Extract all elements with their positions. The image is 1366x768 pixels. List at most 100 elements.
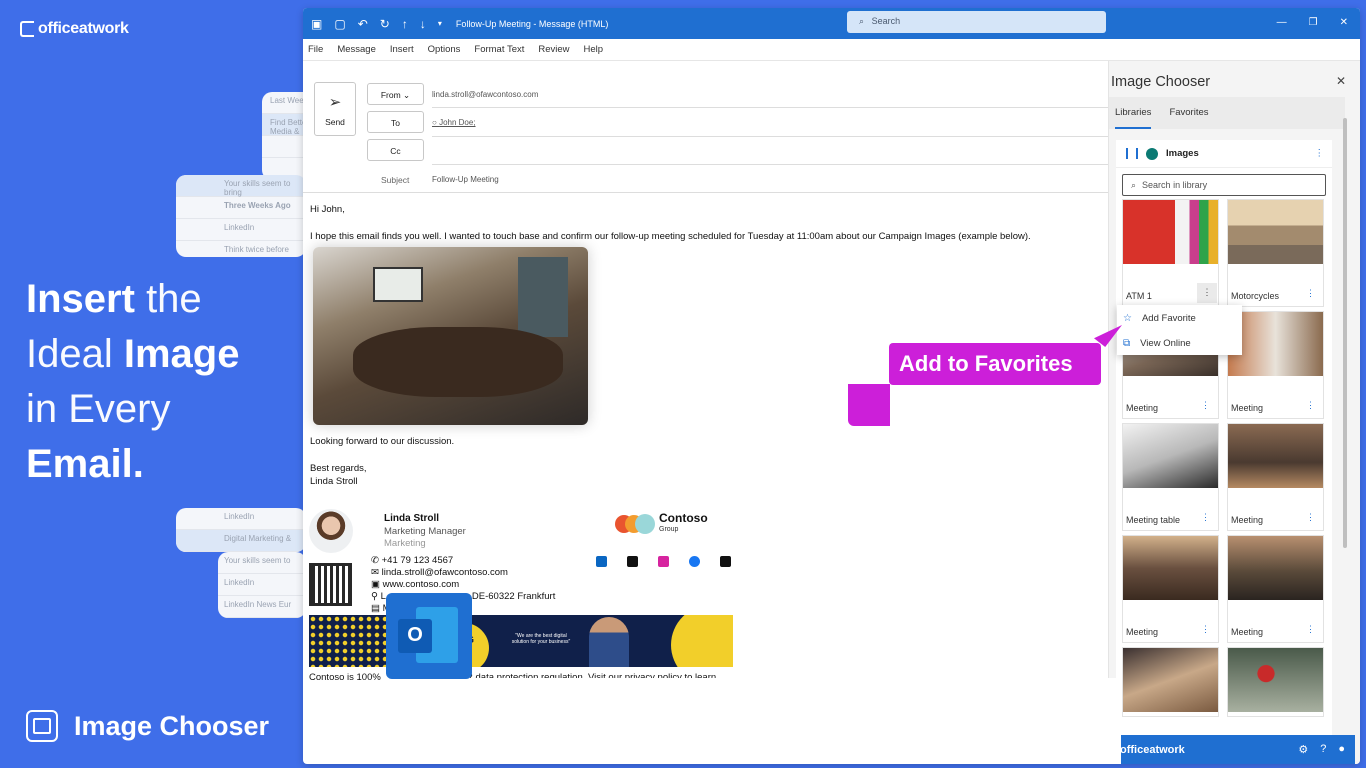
- product-name: Image Chooser: [26, 710, 269, 742]
- signature-banner[interactable]: NG "We are the best digital solution for…: [309, 615, 733, 667]
- x-icon[interactable]: [627, 556, 638, 567]
- tab-format-text[interactable]: Format Text: [474, 44, 524, 55]
- from-button[interactable]: From ⌄: [367, 83, 424, 105]
- tile-menu-icon[interactable]: ⋮: [1201, 512, 1210, 523]
- signature-phone: ✆ +41 79 123 4567: [371, 555, 454, 566]
- to-recipient[interactable]: ○ John Doe;: [432, 118, 476, 127]
- building-icon: ▤: [371, 603, 380, 614]
- image-tile[interactable]: Meeting ⋮: [1227, 535, 1324, 643]
- callout-tail: [848, 384, 890, 426]
- search-icon: ⌕: [1131, 180, 1137, 190]
- signature-name: Linda Stroll: [384, 513, 439, 524]
- signature-department: Marketing: [384, 538, 426, 549]
- library-icon[interactable]: [1126, 148, 1138, 159]
- tile-menu-icon[interactable]: ⋮: [1197, 283, 1217, 303]
- signature-email[interactable]: ✉ linda.stroll@ofawcontoso.com: [371, 567, 508, 578]
- search-icon: ⌕: [859, 16, 865, 26]
- down-icon[interactable]: ↓: [420, 17, 426, 31]
- social-links: [596, 556, 731, 567]
- send-icon: ➢: [328, 94, 342, 111]
- ribbon-tabs: File Message Insert Options Format Text …: [303, 39, 1360, 61]
- tab-message[interactable]: Message: [337, 44, 376, 55]
- send-button[interactable]: ➢ Send: [314, 82, 356, 136]
- tile-menu-icon[interactable]: ⋮: [1306, 512, 1315, 523]
- compose-overflow: [388, 678, 1121, 764]
- contoso-logo: Contoso Group: [615, 512, 708, 535]
- tiktok-icon[interactable]: [720, 556, 731, 567]
- pane-scrollbar[interactable]: [1342, 100, 1348, 746]
- logo-icon: [20, 21, 34, 37]
- tile-menu-icon[interactable]: ⋮: [1306, 288, 1315, 299]
- tab-help[interactable]: Help: [584, 44, 604, 55]
- close-pane-icon[interactable]: ✕: [1336, 74, 1346, 88]
- signature-title: Marketing Manager: [384, 526, 466, 537]
- linkedin-icon[interactable]: [596, 556, 607, 567]
- settings-icon[interactable]: ⚙: [1298, 743, 1308, 756]
- from-value: linda.stroll@ofawcontoso.com: [432, 90, 539, 99]
- image-tile[interactable]: Meeting ⋮: [1227, 423, 1324, 531]
- headline: Insert the Ideal Image in Every Email.: [26, 277, 240, 486]
- bg-card-bottom-2: Your skills seem to LinkedIn LinkedIn Ne…: [218, 552, 306, 618]
- pane-tabs: Libraries Favorites: [1109, 97, 1345, 129]
- qr-code: [309, 563, 352, 606]
- image-tile[interactable]: [1227, 647, 1324, 717]
- tile-menu-icon[interactable]: ⋮: [1306, 624, 1315, 635]
- tile-menu-icon[interactable]: ⋮: [1201, 624, 1210, 635]
- add-to-favorites-callout: Add to Favorites: [889, 343, 1101, 385]
- image-chooser-pane: Image Chooser ✕ Libraries Favorites Imag…: [1108, 61, 1360, 764]
- library-search-input[interactable]: ⌕ Search in library: [1122, 174, 1326, 196]
- tab-libraries[interactable]: Libraries: [1115, 97, 1152, 129]
- close-icon[interactable]: ✕: [1340, 17, 1348, 28]
- image-tile[interactable]: Meeting ⋮: [1122, 535, 1219, 643]
- save-icon[interactable]: ▢: [334, 17, 345, 31]
- tab-review[interactable]: Review: [538, 44, 569, 55]
- to-button[interactable]: To: [367, 111, 424, 133]
- tab-options[interactable]: Options: [428, 44, 461, 55]
- title-bar: ▣ ▢ ↶ ↻ ↑ ↓ ▾ Follow-Up Meeting - Messag…: [303, 8, 1360, 39]
- menu-view-online[interactable]: ⧉ View Online: [1117, 330, 1242, 355]
- phone-icon: ✆: [371, 555, 379, 566]
- outlook-small-icon: ▣: [311, 16, 323, 31]
- tile-menu-icon[interactable]: ⋮: [1201, 400, 1210, 411]
- cc-button[interactable]: Cc: [367, 139, 424, 161]
- image-tile[interactable]: Meeting table ⋮: [1122, 423, 1219, 531]
- facebook-icon[interactable]: [689, 556, 700, 567]
- tile-menu-icon[interactable]: ⋮: [1306, 400, 1315, 411]
- tab-file[interactable]: File: [308, 44, 323, 55]
- external-link-icon: ⧉: [1123, 338, 1131, 349]
- signature-web[interactable]: ▣ www.contoso.com: [371, 579, 459, 590]
- tile-context-menu: ☆ Add Favorite ⧉ View Online: [1117, 305, 1242, 355]
- image-tile[interactable]: [1122, 647, 1219, 717]
- minimize-icon[interactable]: —: [1277, 17, 1287, 28]
- globe-icon: ▣: [371, 579, 380, 590]
- more-options-icon[interactable]: ⋮: [1315, 148, 1325, 159]
- image-tile[interactable]: Motorcycles ⋮: [1227, 199, 1324, 307]
- pane-footer: officeatwork ⚙? ●: [1110, 735, 1355, 764]
- tab-insert[interactable]: Insert: [390, 44, 414, 55]
- undo-icon[interactable]: ↶: [358, 17, 368, 31]
- outlook-app-icon: O: [386, 593, 472, 679]
- subject-label: Subject: [381, 175, 410, 185]
- quick-access: ▣ ▢ ↶ ↻ ↑ ↓ ▾: [303, 17, 442, 31]
- instagram-icon[interactable]: [658, 556, 669, 567]
- help-icon[interactable]: ?: [1320, 743, 1326, 756]
- image-tile[interactable]: ATM 1 ⋮: [1122, 199, 1219, 307]
- user-icon[interactable]: ●: [1338, 743, 1345, 756]
- menu-add-favorite[interactable]: ☆ Add Favorite: [1117, 305, 1242, 330]
- tab-favorites[interactable]: Favorites: [1169, 97, 1208, 129]
- library-header: Images ⋮: [1116, 140, 1332, 168]
- maximize-icon[interactable]: ❐: [1309, 17, 1318, 28]
- mail-icon: ✉: [371, 567, 379, 578]
- location-icon: ⚲: [371, 591, 378, 602]
- bg-card-top: Your skills seem to bring Three Weeks Ag…: [176, 175, 306, 257]
- image-chooser-icon: [26, 710, 58, 742]
- star-icon: ☆: [1123, 313, 1132, 324]
- customize-icon[interactable]: ▾: [438, 19, 442, 28]
- brand-logo: officeatwork: [20, 20, 129, 38]
- window-title: Follow-Up Meeting - Message (HTML): [455, 18, 609, 29]
- redo-icon[interactable]: ↻: [380, 17, 390, 31]
- up-icon[interactable]: ↑: [402, 17, 408, 31]
- subject-field[interactable]: Follow-Up Meeting: [432, 175, 499, 184]
- search-box[interactable]: ⌕ Search: [847, 11, 1106, 33]
- inserted-meeting-image[interactable]: [313, 247, 588, 425]
